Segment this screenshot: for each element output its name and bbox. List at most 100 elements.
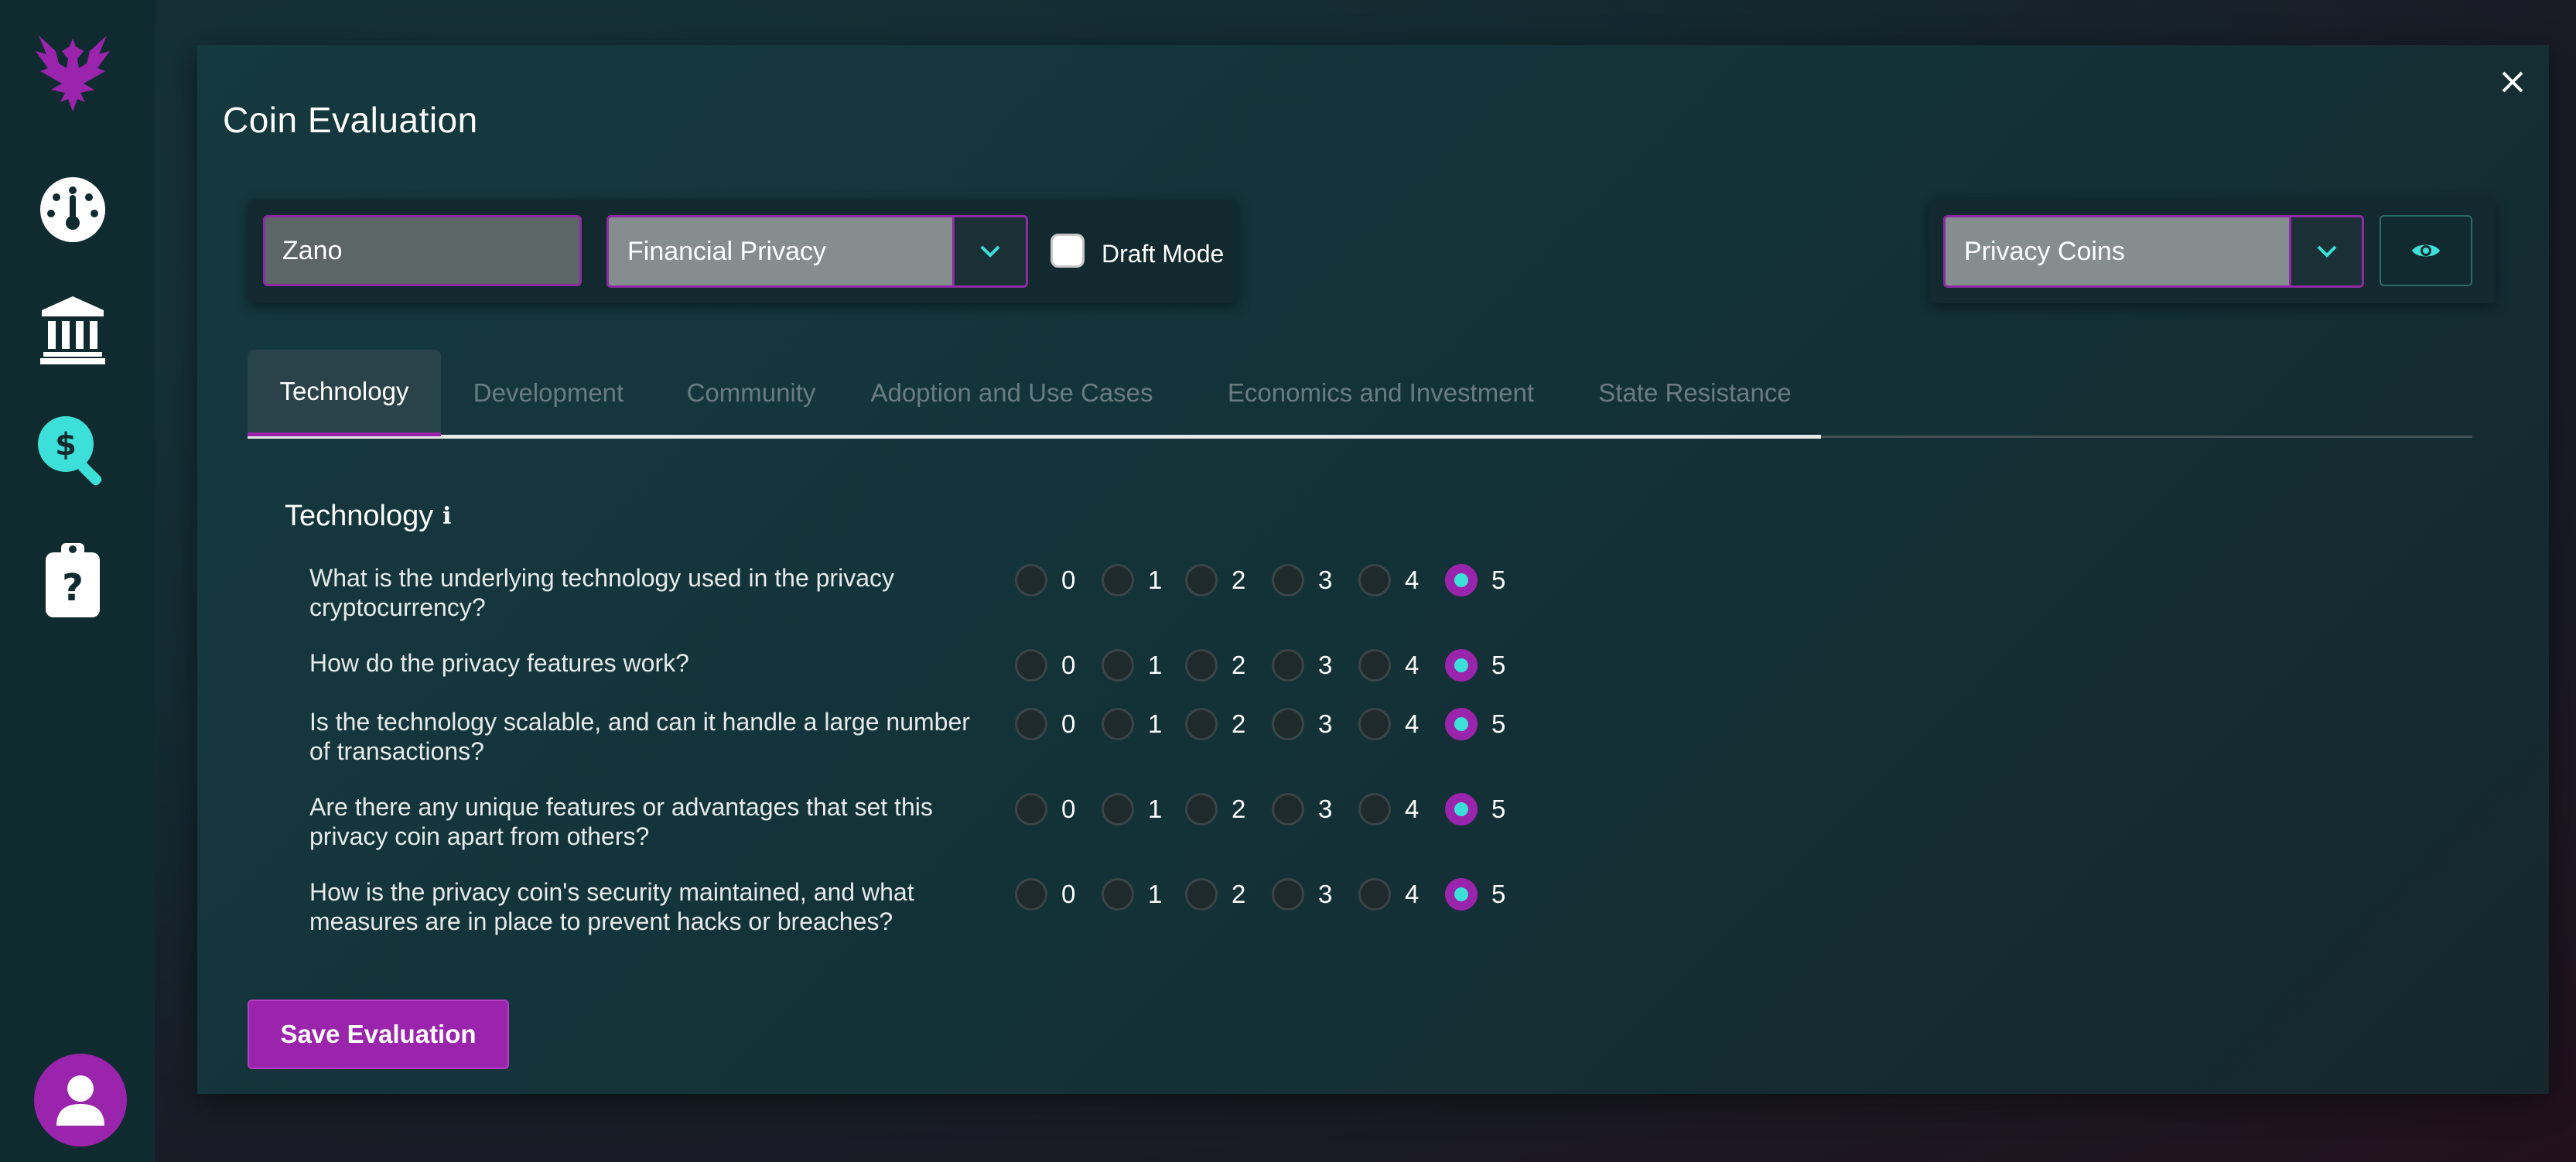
- close-button[interactable]: [2497, 67, 2528, 97]
- tab-adoption-and-use-cases[interactable]: Adoption and Use Cases: [860, 350, 1163, 436]
- rating-option-0[interactable]: 0: [1015, 792, 1075, 826]
- rating-option-4[interactable]: 4: [1358, 563, 1419, 597]
- radio-button[interactable]: [1015, 878, 1047, 911]
- radio-label: 2: [1232, 566, 1246, 594]
- question-text: Are there any unique features or advanta…: [309, 793, 933, 850]
- radio-button[interactable]: [1185, 878, 1218, 911]
- radio-button[interactable]: [1272, 649, 1304, 682]
- draft-mode-checkbox[interactable]: [1051, 234, 1085, 268]
- radio-button[interactable]: [1102, 564, 1134, 596]
- clipboard-question-icon[interactable]: ?: [43, 542, 102, 619]
- rating-option-3[interactable]: 3: [1272, 563, 1332, 597]
- rating-option-5[interactable]: 5: [1445, 877, 1505, 911]
- rating-option-5[interactable]: 5: [1445, 792, 1505, 826]
- rating-option-3[interactable]: 3: [1272, 792, 1332, 826]
- category-select[interactable]: Financial Privacy: [606, 215, 1028, 288]
- coin-name-input[interactable]: Zano: [263, 215, 582, 286]
- radio-button[interactable]: [1015, 564, 1047, 596]
- rating-option-3[interactable]: 3: [1272, 648, 1332, 682]
- radio-button[interactable]: [1445, 793, 1478, 825]
- dollar-search-icon[interactable]: $: [36, 414, 110, 488]
- rating-option-1[interactable]: 1: [1102, 648, 1162, 682]
- radio-button[interactable]: [1358, 793, 1391, 825]
- dashboard-gauge-icon[interactable]: [37, 174, 108, 245]
- radio-button[interactable]: [1358, 708, 1391, 740]
- user-avatar-icon[interactable]: [34, 1054, 127, 1147]
- radio-button[interactable]: [1185, 564, 1218, 596]
- radio-button[interactable]: [1185, 649, 1218, 682]
- radio-button[interactable]: [1185, 708, 1218, 740]
- tab-technology[interactable]: Technology: [248, 350, 441, 436]
- radio-button[interactable]: [1015, 708, 1047, 740]
- tab-community[interactable]: Community: [667, 350, 835, 436]
- rating-option-1[interactable]: 1: [1102, 707, 1162, 741]
- rating-option-2[interactable]: 2: [1185, 707, 1245, 741]
- rating-option-5[interactable]: 5: [1445, 707, 1505, 741]
- radio-label: 4: [1405, 709, 1420, 738]
- radio-button[interactable]: [1102, 793, 1134, 825]
- bank-icon[interactable]: [37, 294, 108, 365]
- radio-button[interactable]: [1445, 878, 1478, 911]
- info-icon[interactable]: i: [442, 503, 451, 530]
- rating-option-0[interactable]: 0: [1015, 648, 1075, 682]
- save-evaluation-button[interactable]: Save Evaluation: [248, 1000, 509, 1069]
- preview-button[interactable]: [2380, 215, 2472, 286]
- radio-label: 0: [1061, 651, 1076, 679]
- radio-label: 0: [1061, 795, 1076, 823]
- category-select-value[interactable]: Financial Privacy: [609, 217, 952, 285]
- radio-button[interactable]: [1358, 649, 1391, 682]
- radio-button[interactable]: [1358, 878, 1391, 911]
- rating-option-2[interactable]: 2: [1185, 792, 1245, 826]
- rating-option-3[interactable]: 3: [1272, 707, 1332, 741]
- rating-option-2[interactable]: 2: [1185, 563, 1245, 597]
- radio-button[interactable]: [1445, 708, 1478, 740]
- radio-button[interactable]: [1445, 649, 1478, 682]
- radio-button[interactable]: [1015, 793, 1047, 825]
- radio-button[interactable]: [1272, 708, 1304, 740]
- radio-button[interactable]: [1102, 708, 1134, 740]
- rating-option-5[interactable]: 5: [1445, 648, 1505, 682]
- radio-label: 2: [1232, 709, 1246, 738]
- rating-option-5[interactable]: 5: [1445, 563, 1505, 597]
- radio-button[interactable]: [1102, 878, 1134, 911]
- coin-list-select-value[interactable]: Privacy Coins: [1946, 217, 2289, 285]
- rating-option-1[interactable]: 1: [1102, 792, 1162, 826]
- radio-button[interactable]: [1102, 649, 1134, 682]
- radio-button[interactable]: [1272, 564, 1304, 596]
- rating-option-4[interactable]: 4: [1358, 648, 1419, 682]
- tab-state-resistance[interactable]: State Resistance: [1575, 350, 1815, 436]
- rating-option-4[interactable]: 4: [1358, 877, 1419, 911]
- radio-label: 0: [1061, 709, 1076, 738]
- rating-option-3[interactable]: 3: [1272, 877, 1332, 911]
- draft-mode-label: Draft Mode: [1102, 240, 1225, 268]
- coin-list-dropdown-button[interactable]: [2289, 217, 2362, 285]
- radio-label: 2: [1232, 795, 1246, 823]
- tab-economics-and-investment[interactable]: Economics and Investment: [1207, 350, 1555, 436]
- rating-option-1[interactable]: 1: [1102, 877, 1162, 911]
- tab-development[interactable]: Development: [456, 350, 641, 436]
- rating-option-0[interactable]: 0: [1015, 563, 1075, 597]
- rating-option-4[interactable]: 4: [1358, 707, 1419, 741]
- coin-list-select[interactable]: Privacy Coins: [1943, 215, 2364, 288]
- category-dropdown-button[interactable]: [952, 217, 1026, 285]
- radio-label: 3: [1318, 709, 1333, 738]
- rating-option-0[interactable]: 0: [1015, 707, 1075, 741]
- rating-option-1[interactable]: 1: [1102, 563, 1162, 597]
- question-text: How is the privacy coin's security maint…: [309, 878, 914, 935]
- rating-option-2[interactable]: 2: [1185, 648, 1245, 682]
- radio-button[interactable]: [1272, 793, 1304, 825]
- radio-label: 1: [1148, 880, 1163, 908]
- radio-button[interactable]: [1358, 564, 1391, 596]
- radio-label: 3: [1318, 566, 1333, 594]
- rating-option-0[interactable]: 0: [1015, 877, 1075, 911]
- radio-label: 2: [1232, 880, 1246, 908]
- radio-label: 1: [1148, 651, 1163, 679]
- phoenix-logo[interactable]: [32, 28, 114, 113]
- radio-label: 5: [1491, 880, 1506, 908]
- radio-button[interactable]: [1185, 793, 1218, 825]
- rating-option-4[interactable]: 4: [1358, 792, 1419, 826]
- rating-option-2[interactable]: 2: [1185, 877, 1245, 911]
- radio-button[interactable]: [1015, 649, 1047, 682]
- radio-button[interactable]: [1272, 878, 1304, 911]
- radio-button[interactable]: [1445, 564, 1478, 596]
